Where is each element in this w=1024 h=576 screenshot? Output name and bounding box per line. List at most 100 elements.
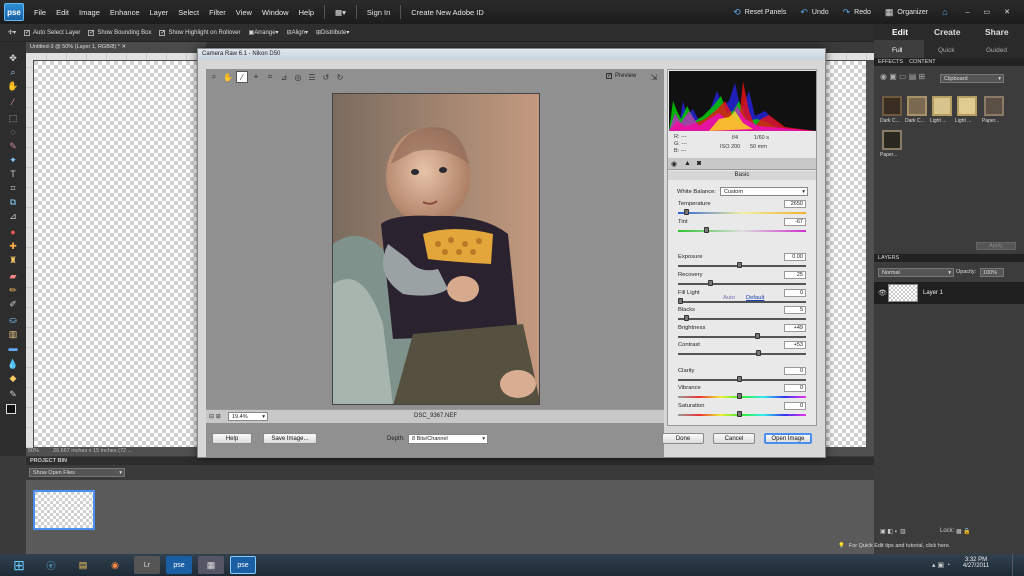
slider-track[interactable]	[678, 315, 806, 321]
menu-enhance[interactable]: Enhance	[110, 8, 140, 17]
slider-thumb[interactable]	[737, 393, 742, 399]
menu-help[interactable]: Help	[299, 8, 314, 17]
menu-image[interactable]: Image	[79, 8, 100, 17]
preview-checkbox[interactable]: ✓ Preview	[606, 73, 636, 79]
basic-tab-icon[interactable]: ◉	[671, 160, 677, 168]
menu-edit[interactable]: Edit	[56, 8, 69, 17]
pse-icon[interactable]: pse	[166, 556, 192, 574]
tab-share[interactable]: Share	[985, 27, 1009, 37]
lock-icon[interactable]: ▦ 🔒	[956, 528, 971, 535]
slider-value-field[interactable]: 25	[784, 271, 806, 279]
white-balance-icon[interactable]: ⁄	[236, 71, 248, 83]
firefox-icon[interactable]: ◉	[102, 556, 128, 574]
menu-file[interactable]: File	[34, 8, 46, 17]
close-tab-icon[interactable]: ✕	[121, 44, 126, 50]
auto-link[interactable]: Auto	[723, 295, 735, 301]
camera-calibration-icon[interactable]: ◙	[697, 160, 701, 167]
save-image-button[interactable]: Save Image...	[263, 433, 317, 444]
create-id-link[interactable]: Create New Adobe ID	[411, 8, 484, 17]
zoom-level-dropdown[interactable]: 19.4% ▾	[228, 412, 268, 421]
slider-thumb[interactable]	[683, 315, 689, 321]
crop-tool-icon[interactable]: ⌗	[7, 182, 19, 194]
hand-tool-icon[interactable]: ✋	[7, 80, 19, 92]
start-button[interactable]: ⊞	[4, 556, 34, 574]
slider-value-field[interactable]: 0	[784, 367, 806, 375]
close-button[interactable]: ✕	[1004, 8, 1010, 16]
slider-value-field[interactable]: +53	[784, 341, 806, 349]
slider-value-field[interactable]: 0.00	[784, 253, 806, 261]
slider-value-field[interactable]: 5	[784, 306, 806, 314]
open-image-button[interactable]: Open Image	[764, 433, 812, 444]
gradient-tool-icon[interactable]: ▥	[7, 328, 19, 340]
white-balance-dropdown[interactable]: Custom ▾	[720, 187, 808, 196]
straighten-icon[interactable]: ⊿	[278, 71, 290, 83]
zoom-tool-icon[interactable]: ⌕	[7, 66, 19, 78]
eyedropper-tool-icon[interactable]: ⁄	[7, 96, 19, 108]
fullscreen-icon[interactable]: ⇲	[648, 71, 660, 83]
quick-edit-tip[interactable]: 💡 For Quick Edit tips and tutorial, click…	[838, 540, 1024, 552]
slider-track[interactable]	[678, 298, 806, 304]
slider-track[interactable]	[678, 393, 806, 399]
slider-track[interactable]	[678, 227, 806, 233]
effect-thumbnail[interactable]	[984, 96, 1004, 116]
smart-brush-tool-icon[interactable]: ✐	[7, 298, 19, 310]
type-tool-icon[interactable]: T	[7, 168, 19, 180]
depth-dropdown[interactable]: 8 Bits/Channel ▾	[408, 434, 488, 444]
tray-icons[interactable]: ▴ ▣ ◔	[932, 561, 950, 569]
align-dropdown[interactable]: ⊟ Align ▾	[287, 29, 308, 37]
reset-panels-button[interactable]: ⟲ Reset Panels	[733, 7, 786, 18]
cancel-button[interactable]: Cancel	[713, 433, 755, 444]
slider-track[interactable]	[678, 376, 806, 382]
foreground-color-swatch[interactable]	[6, 404, 16, 414]
show-files-dropdown[interactable]: Show Open Files ▾	[29, 468, 125, 477]
tab-create[interactable]: Create	[934, 27, 960, 37]
lasso-tool-icon[interactable]: ◌	[7, 126, 19, 138]
menu-filter[interactable]: Filter	[209, 8, 226, 17]
undo-button[interactable]: ↶ Undo	[800, 7, 828, 18]
rotate-left-icon[interactable]: ↺	[320, 71, 332, 83]
slider-track[interactable]	[678, 333, 806, 339]
auto-select-checkbox[interactable]: ✓ Auto Select Layer	[24, 29, 80, 36]
color-sampler-icon[interactable]: ⌖	[250, 71, 262, 83]
slider-track[interactable]	[678, 350, 806, 356]
category-dropdown[interactable]: Clipboard ▾	[940, 74, 1004, 83]
redo-button[interactable]: ↷ Redo	[843, 7, 871, 18]
paint-bucket-tool-icon[interactable]: ⛀	[7, 314, 19, 326]
blend-mode-dropdown[interactable]: Normal ▾	[878, 268, 954, 277]
preferences-icon[interactable]: ☰	[306, 71, 318, 83]
show-desktop-button[interactable]	[1012, 554, 1024, 576]
slider-thumb[interactable]	[707, 280, 713, 286]
quick-select-tool-icon[interactable]: ✎	[7, 140, 19, 152]
hand-icon[interactable]: ✋	[222, 71, 234, 83]
clock[interactable]: 3:32 PM 4/27/2011	[958, 557, 994, 569]
bin-thumbnail[interactable]	[33, 490, 95, 530]
distribute-dropdown[interactable]: ⊞ Distribute ▾	[316, 29, 349, 37]
eye-icon[interactable]: 👁	[878, 289, 887, 297]
pse-editor-icon[interactable]: pse	[230, 556, 256, 574]
slider-thumb[interactable]	[737, 262, 742, 268]
workspace-icon[interactable]: ▦▾	[335, 8, 346, 17]
slider-thumb[interactable]	[683, 209, 689, 215]
tab-effects[interactable]: EFFECTS	[878, 59, 903, 65]
magic-wand-tool-icon[interactable]: ✦	[7, 154, 19, 166]
document-tab[interactable]: Untitled-3 @ 50% (Layer 1, RGB/8) * ✕	[26, 42, 206, 53]
menu-view[interactable]: View	[236, 8, 252, 17]
done-button[interactable]: Done	[662, 433, 704, 444]
new-layer-icon[interactable]: ▣ ◧ ◐ ▥	[880, 528, 906, 535]
apply-button[interactable]: Apply	[976, 242, 1016, 250]
zoom-icon[interactable]: ⌕	[208, 71, 220, 83]
explorer-icon[interactable]: ▤	[70, 556, 96, 574]
slider-track[interactable]	[678, 280, 806, 286]
slider-value-field[interactable]: -67	[784, 218, 806, 226]
tab-full[interactable]: Full	[892, 47, 902, 54]
slider-thumb[interactable]	[703, 227, 709, 233]
help-button[interactable]: Help	[212, 433, 252, 444]
slider-value-field[interactable]: 0	[784, 289, 806, 297]
default-link[interactable]: Default	[746, 295, 764, 301]
slider-track[interactable]	[678, 411, 806, 417]
eraser-tool-icon[interactable]: ▰	[7, 270, 19, 282]
marquee-tool-icon[interactable]: ⬚	[7, 112, 19, 124]
tab-quick[interactable]: Quick	[938, 47, 955, 54]
pencil-tool-icon[interactable]: ✎	[7, 388, 19, 400]
effect-thumbnail[interactable]	[907, 96, 927, 116]
